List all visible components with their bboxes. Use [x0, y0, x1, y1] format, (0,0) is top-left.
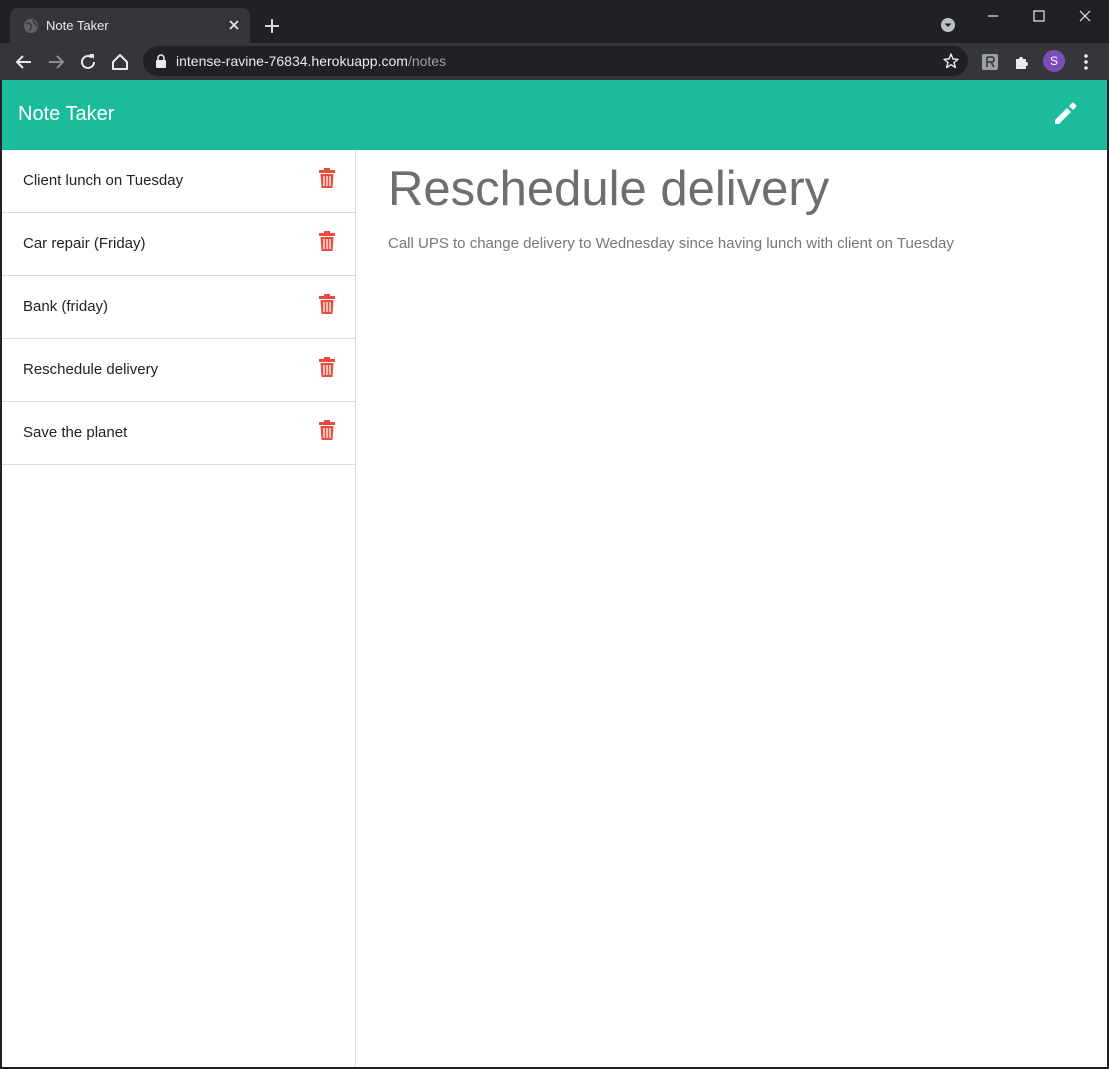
pencil-icon[interactable] [1051, 100, 1079, 128]
tab-search-icon[interactable] [940, 17, 956, 33]
url-text[interactable]: intense-ravine-76834.herokuapp.com/notes [176, 53, 446, 69]
list-item[interactable]: Car repair (Friday) [2, 213, 355, 276]
note-title[interactable]: Reschedule delivery [23, 361, 158, 378]
close-tab-icon[interactable] [226, 17, 242, 33]
bookmark-star-icon[interactable] [942, 52, 960, 70]
more-menu-icon[interactable] [1080, 51, 1092, 73]
notes-sidebar: Client lunch on Tuesday Car repair (Frid… [2, 150, 356, 1067]
url-path: /notes [407, 53, 447, 69]
reload-icon[interactable] [77, 51, 99, 73]
note-view: Reschedule delivery Call UPS to change d… [388, 150, 1088, 252]
browser-window: Note Taker intense-ravine-76834.herokuap… [0, 0, 1109, 1069]
note-title[interactable]: Car repair (Friday) [23, 235, 146, 252]
list-item[interactable]: Reschedule delivery [2, 339, 355, 402]
extensions-puzzle-icon[interactable] [1012, 52, 1032, 72]
address-bar[interactable]: intense-ravine-76834.herokuapp.com/notes [143, 46, 968, 76]
trash-icon[interactable] [318, 168, 336, 188]
profile-avatar[interactable]: S [1043, 50, 1065, 72]
list-item[interactable]: Client lunch on Tuesday [2, 150, 355, 213]
app-navbar: Note Taker [2, 80, 1107, 150]
url-host: intense-ravine-76834.herokuapp.com [176, 53, 408, 69]
note-title-field[interactable]: Reschedule delivery [388, 160, 1088, 218]
trash-icon[interactable] [318, 420, 336, 440]
list-item[interactable]: Save the planet [2, 402, 355, 465]
notes-list: Client lunch on Tuesday Car repair (Frid… [2, 150, 355, 465]
lock-icon[interactable] [155, 54, 167, 68]
note-title[interactable]: Save the planet [23, 424, 127, 441]
trash-icon[interactable] [318, 357, 336, 377]
close-window-icon[interactable] [1075, 6, 1095, 26]
tab-title: Note Taker [46, 18, 109, 33]
note-title[interactable]: Bank (friday) [23, 298, 108, 315]
app-brand[interactable]: Note Taker [18, 103, 114, 126]
extension-badge-icon[interactable] [980, 52, 1000, 72]
globe-icon [24, 19, 38, 33]
note-title[interactable]: Client lunch on Tuesday [23, 172, 183, 189]
page-content: Note Taker Client lunch on Tuesday Car r… [2, 80, 1107, 1067]
note-text-field[interactable]: Call UPS to change delivery to Wednesday… [388, 235, 1088, 252]
tab-note-taker[interactable]: Note Taker [10, 8, 250, 43]
browser-toolbar: intense-ravine-76834.herokuapp.com/notes… [0, 43, 1109, 80]
home-icon[interactable] [109, 51, 131, 73]
maximize-icon[interactable] [1029, 6, 1049, 26]
tab-strip: Note Taker [0, 0, 1109, 43]
back-arrow-icon[interactable] [13, 51, 35, 73]
trash-icon[interactable] [318, 231, 336, 251]
minimize-icon[interactable] [983, 6, 1003, 26]
list-item[interactable]: Bank (friday) [2, 276, 355, 339]
trash-icon[interactable] [318, 294, 336, 314]
new-tab-icon[interactable] [262, 16, 282, 36]
forward-arrow-icon[interactable] [45, 51, 67, 73]
